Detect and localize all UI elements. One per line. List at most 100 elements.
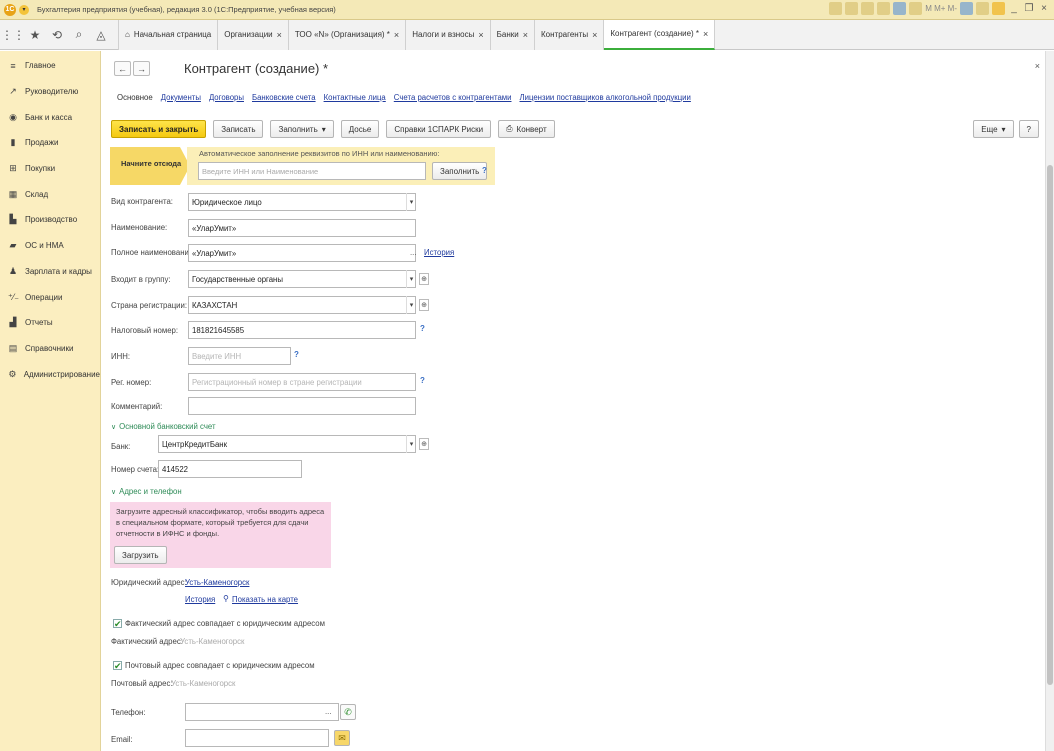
sidebar-item-warehouse[interactable]: ▦ Склад [0, 181, 100, 207]
account-number-field[interactable]: 414522 [158, 460, 302, 478]
help-button[interactable]: ? [1018, 120, 1039, 138]
minimize-icon[interactable]: _ [1008, 3, 1020, 14]
restore-icon[interactable]: ❐ [1023, 3, 1035, 14]
favorites-star-icon[interactable]: ★ [26, 26, 44, 44]
save-icon[interactable] [829, 2, 843, 15]
link-contracts[interactable]: Договоры [209, 93, 244, 102]
sidebar-item-operations[interactable]: ⁺⁄₋ Операции [0, 284, 100, 310]
chevron-down-icon[interactable]: ▾ [406, 296, 416, 314]
sidebar-item-production[interactable]: ▙ Производство [0, 207, 100, 233]
name-field[interactable]: «УларУмит» [188, 219, 416, 237]
address-history-link[interactable]: История [185, 595, 215, 604]
preview-icon[interactable] [861, 2, 875, 15]
legal-address-link[interactable]: Усть-Каменогорск [185, 578, 249, 587]
phone-dots[interactable]: ... [325, 707, 332, 716]
close-window-icon[interactable]: × [1038, 3, 1050, 14]
scroll-thumb[interactable] [1047, 165, 1053, 685]
calculator-icon[interactable] [909, 2, 923, 15]
calendar-icon[interactable] [893, 2, 907, 15]
chevron-down-icon[interactable]: ▾ [406, 193, 416, 211]
tab-counterparties[interactable]: Контрагенты × [535, 19, 605, 50]
close-icon[interactable]: × [523, 30, 528, 40]
help-icon[interactable]: ? [420, 376, 425, 385]
close-form-icon[interactable]: × [1035, 61, 1040, 71]
open-icon[interactable]: ⊕ [419, 299, 429, 311]
open-icon[interactable]: ⊕ [419, 438, 429, 450]
sidebar-item-main[interactable]: ≡ Главное [0, 53, 100, 79]
sidebar-item-reports[interactable]: ▟ Отчеты [0, 310, 100, 336]
autofill-button[interactable]: Заполнить [432, 162, 488, 180]
help-icon[interactable]: ? [482, 166, 487, 175]
link-bank-accounts[interactable]: Банковские счета [252, 93, 316, 102]
info-icon[interactable] [992, 2, 1005, 15]
sidebar-item-admin[interactable]: ⚙ Администрирование [0, 361, 100, 387]
chevron-down-icon[interactable]: ▾ [406, 435, 416, 453]
phone-field[interactable] [185, 703, 339, 721]
tax-number-field[interactable]: 181821645585 [188, 321, 416, 339]
link-documents[interactable]: Документы [161, 93, 201, 102]
email-field[interactable] [185, 729, 329, 747]
fullname-field[interactable]: «УларУмит» [188, 244, 416, 262]
print-icon[interactable] [845, 2, 859, 15]
zoom-icon[interactable] [960, 2, 973, 15]
inn-field[interactable]: Введите ИНН [188, 347, 291, 365]
save-and-close-button[interactable]: Записать и закрыть [111, 120, 207, 138]
link-licenses[interactable]: Лицензии поставщиков алкогольной продукц… [520, 93, 691, 102]
envelope-icon[interactable]: ✉ [334, 730, 350, 746]
close-icon[interactable]: × [277, 30, 282, 40]
close-icon[interactable]: × [703, 29, 708, 39]
more-button[interactable]: Еще ▾ [973, 120, 1014, 138]
tab-banks[interactable]: Банки × [490, 19, 535, 50]
link-icon[interactable] [877, 2, 891, 15]
search-icon[interactable]: ⌕ [70, 26, 88, 44]
tab-home[interactable]: ⌂ Начальная страница [118, 19, 219, 50]
tab-too-n[interactable]: ТОО «N» (Организация) * × [288, 19, 407, 50]
tab-taxes[interactable]: Налоги и взносы × [406, 19, 491, 50]
help-icon[interactable]: ? [420, 324, 425, 333]
dossier-button[interactable]: Досье [340, 120, 380, 138]
sidebar-item-manager[interactable]: ↗ Руководителю [0, 79, 100, 105]
apps-grid-icon[interactable]: ⋮⋮ [1, 26, 25, 44]
windows-icon[interactable] [976, 2, 989, 15]
actual-address-checkbox[interactable]: ✔ [113, 619, 122, 629]
comment-field[interactable] [188, 397, 416, 415]
sidebar-item-purchases[interactable]: ⊞ Покупки [0, 156, 100, 182]
country-select[interactable]: КАЗАХСТАН [188, 296, 416, 314]
fill-menu-button[interactable]: Заполнить ▾ [270, 120, 334, 138]
sidebar-item-bank[interactable]: ◉ Банк и касса [0, 104, 100, 130]
back-button[interactable]: ← [114, 61, 131, 76]
close-icon[interactable]: × [592, 30, 597, 40]
bank-section-toggle[interactable]: ∨ Основной банковский счет [111, 422, 216, 431]
group-select[interactable]: Государственные органы [188, 270, 416, 288]
chevron-down-icon[interactable]: ▾ [406, 270, 416, 288]
bell-icon[interactable]: ◬ [92, 26, 110, 44]
inn-search-input[interactable]: Введите ИНН или Наименование [198, 162, 426, 180]
forward-button[interactable]: → [133, 61, 150, 76]
show-on-map-link[interactable]: Показать на карте [232, 595, 298, 604]
phone-icon[interactable]: ✆ [340, 704, 356, 720]
close-icon[interactable]: × [478, 30, 483, 40]
link-contacts[interactable]: Контактные лица [324, 93, 386, 102]
tab-counterparty-create[interactable]: Контрагент (создание) * × [604, 19, 716, 50]
address-section-toggle[interactable]: ∨ Адрес и телефон [111, 487, 182, 496]
memory-buttons[interactable]: M M+ M- [925, 4, 957, 13]
link-settlement-accounts[interactable]: Счета расчетов с контрагентами [394, 93, 512, 102]
fullname-history-link[interactable]: История [424, 248, 454, 257]
postal-address-checkbox[interactable]: ✔ [113, 661, 122, 671]
link-main[interactable]: Основное [117, 93, 153, 102]
envelope-button[interactable]: ⎙ Конверт [498, 120, 555, 138]
fullname-dots[interactable]: ... [410, 248, 417, 257]
menu-icon[interactable]: ▾ [19, 4, 29, 15]
bank-select[interactable]: ЦентрКредитБанк [158, 435, 416, 453]
spark-button[interactable]: Справки 1СПАРК Риски [386, 120, 492, 138]
load-classifier-button[interactable]: Загрузить [114, 546, 167, 564]
sidebar-item-assets[interactable]: ▰ ОС и НМА [0, 233, 100, 259]
sidebar-item-sales[interactable]: ▮ Продажи [0, 130, 100, 156]
sidebar-item-salary[interactable]: ♟ Зарплата и кадры [0, 259, 100, 285]
kind-select[interactable]: Юридическое лицо [188, 193, 416, 211]
1c-logo-icon[interactable]: 1С [4, 3, 16, 16]
open-icon[interactable]: ⊕ [419, 273, 429, 285]
close-icon[interactable]: × [394, 30, 399, 40]
reg-number-field[interactable]: Регистрационный номер в стране регистрац… [188, 373, 416, 391]
history-icon[interactable]: ⟲ [48, 26, 66, 44]
